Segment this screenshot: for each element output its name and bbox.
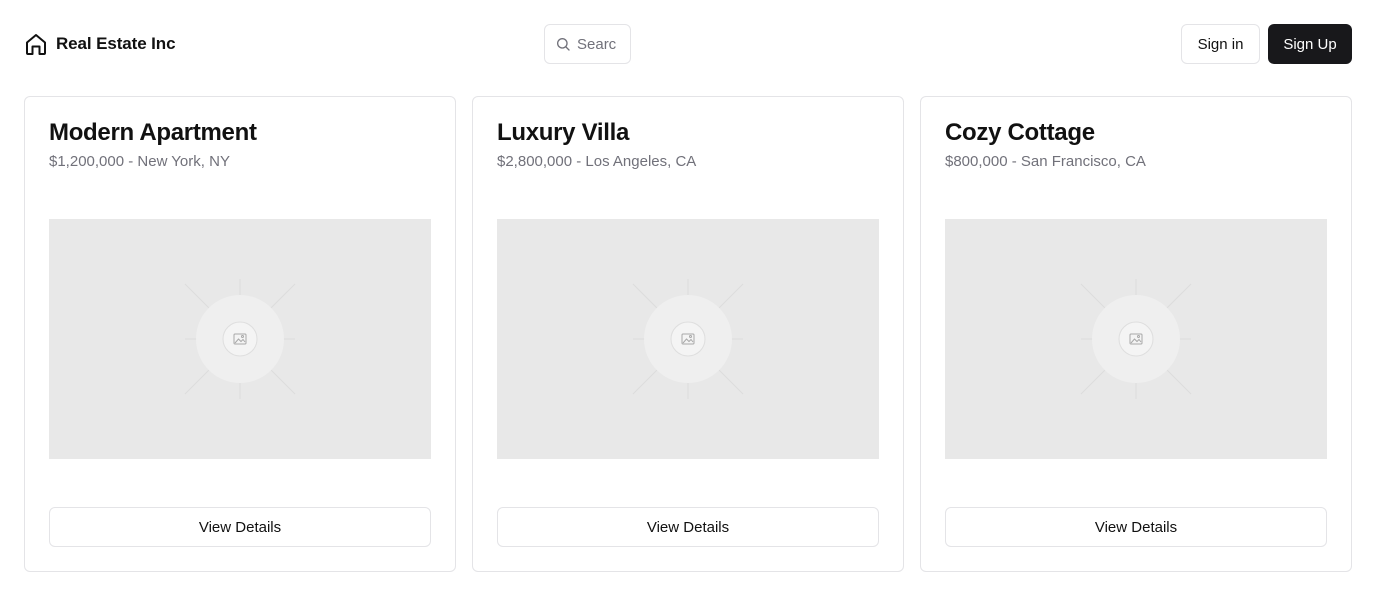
brand-name: Real Estate Inc: [56, 34, 176, 53]
image-placeholder-icon: [1080, 279, 1192, 399]
search-box[interactable]: [544, 24, 631, 64]
listing-image[interactable]: [49, 219, 431, 459]
listing-price-location: $1,200,000 - New York, NY: [49, 153, 230, 170]
view-details-button[interactable]: View Details: [49, 507, 431, 547]
home-icon: [26, 34, 46, 55]
view-details-button[interactable]: View Details: [497, 507, 879, 547]
brand[interactable]: Real Estate Inc: [24, 31, 176, 57]
listing-card: Luxury Villa $2,800,000 - Los Angeles, C…: [472, 96, 904, 572]
site-header: Real Estate Inc Sign in Sign Up: [0, 0, 1376, 88]
listing-title: Luxury Villa: [497, 119, 630, 146]
listing-image[interactable]: [945, 219, 1327, 459]
image-placeholder-icon: [184, 279, 296, 399]
listing-card: Cozy Cottage $800,000 - San Francisco, C…: [920, 96, 1352, 572]
listing-title: Modern Apartment: [49, 119, 257, 146]
search-input[interactable]: [577, 35, 617, 53]
sign-in-button[interactable]: Sign in: [1181, 24, 1260, 64]
listing-price-location: $2,800,000 - Los Angeles, CA: [497, 153, 697, 170]
listing-title: Cozy Cottage: [945, 119, 1095, 146]
image-placeholder-icon: [632, 279, 744, 399]
listing-price-location: $800,000 - San Francisco, CA: [945, 153, 1146, 170]
listing-image[interactable]: [497, 219, 879, 459]
view-details-button[interactable]: View Details: [945, 507, 1327, 547]
sign-up-button[interactable]: Sign Up: [1268, 24, 1352, 64]
search-icon: [557, 38, 570, 51]
listing-card: Modern Apartment $1,200,000 - New York, …: [24, 96, 456, 572]
